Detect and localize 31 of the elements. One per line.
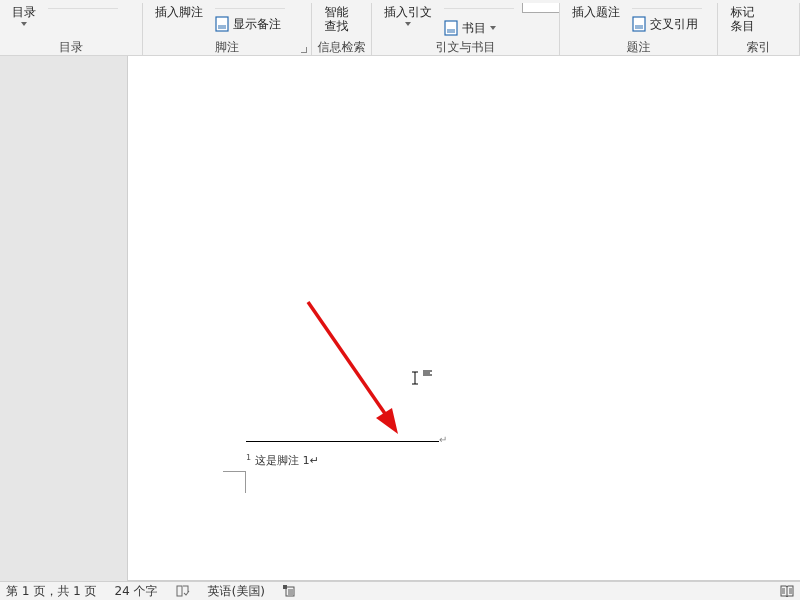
read-mode-icon[interactable] <box>780 585 794 597</box>
word-count: 24 个字 <box>114 583 158 600</box>
document-icon <box>444 20 458 36</box>
ribbon-button[interactable]: 插入题注 <box>564 3 628 19</box>
ribbon-button[interactable]: 目录 <box>4 3 44 26</box>
ribbon-button[interactable]: 书目 <box>444 19 559 37</box>
ribbon-button[interactable]: 交叉引用 <box>632 15 702 33</box>
group-label: 脚注 <box>215 39 239 55</box>
proofing-icon[interactable] <box>176 585 190 597</box>
group-label: 题注 <box>626 39 650 55</box>
language-status[interactable]: 英语(美国) <box>208 582 265 600</box>
ribbon-button[interactable]: 插入脚注 <box>147 3 211 19</box>
text-cursor-icon <box>411 371 419 385</box>
paragraph-mark: ↵ <box>439 436 448 446</box>
footnote-text: 这是脚注 1↵ <box>255 454 319 468</box>
document-icon <box>215 16 229 32</box>
macro-icon[interactable] <box>283 585 295 597</box>
page-count: 第 1 页，共 1 页 <box>6 583 97 600</box>
align-left-icon <box>423 370 433 377</box>
group-label: 目录 <box>59 39 83 55</box>
group-label: 信息检索 <box>318 39 366 55</box>
dialog-launcher-icon[interactable] <box>301 47 307 53</box>
ribbon-button[interactable]: 插入引文 <box>376 3 440 26</box>
document-icon <box>632 16 646 32</box>
footnote-number: 1 <box>246 454 252 462</box>
group-label: 索引 <box>746 39 770 55</box>
ribbon-button[interactable]: 显示备注 <box>215 15 285 33</box>
group-label: 引文与书目 <box>436 39 496 55</box>
ribbon-button[interactable]: 智能查找 <box>316 3 358 33</box>
ribbon-button[interactable]: 标记条目 <box>722 3 764 33</box>
margin-corner-mark <box>223 471 246 493</box>
